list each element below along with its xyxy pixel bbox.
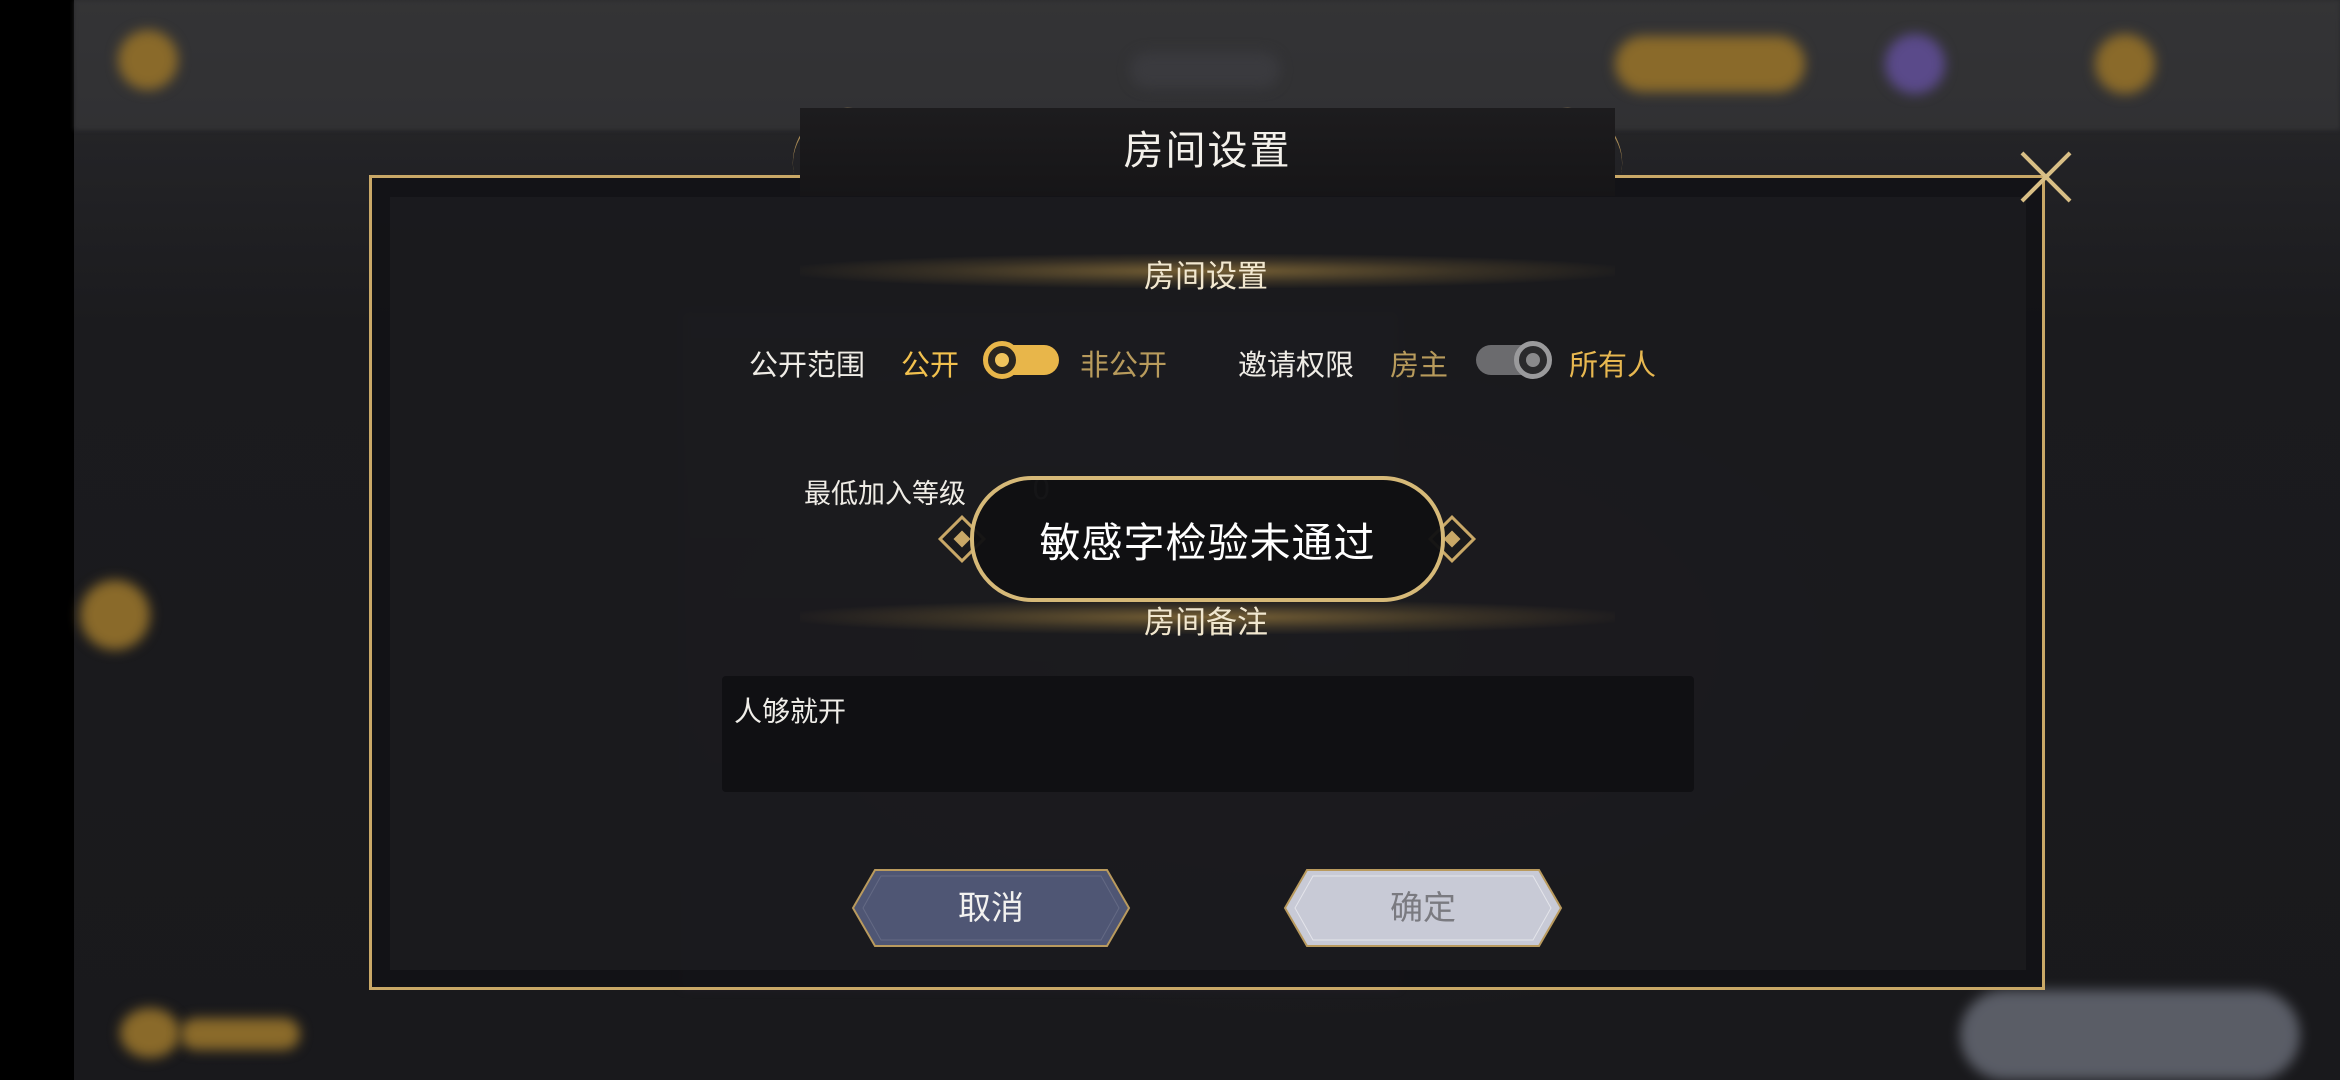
confirm-button[interactable]: 确定 [1283, 868, 1563, 948]
visibility-label: 公开范围 [749, 348, 866, 382]
blurred-avatar [1885, 34, 1945, 94]
toast-message: 敏感字检验未通过 [1039, 519, 1376, 567]
dialog-title: 房间设置 [1123, 128, 1292, 174]
visibility-option-public[interactable]: 公开 [901, 342, 959, 384]
visibility-option-private[interactable]: 非公开 [1080, 342, 1167, 384]
blurred-bottom-label [180, 1018, 300, 1050]
close-icon[interactable] [2016, 148, 2076, 208]
screen-edge [0, 0, 74, 1080]
invite-toggle[interactable] [1476, 341, 1552, 379]
blurred-icon [118, 30, 178, 90]
invite-label: 邀请权限 [1238, 348, 1355, 382]
confirm-button-label: 确定 [1390, 888, 1456, 927]
blurred-bottom-button [1960, 990, 2300, 1080]
section-title-settings: 房间设置 [1144, 259, 1268, 295]
blurred-coin [2095, 34, 2155, 94]
error-toast: 敏感字检验未通过 [970, 476, 1445, 602]
section-title-remark: 房间备注 [1144, 605, 1268, 641]
blurred-bottom-icon [120, 1008, 180, 1058]
toggle-knob [983, 341, 1021, 379]
room-remark-text: 人够就开 [734, 695, 847, 728]
blurred-currency [1615, 36, 1805, 92]
blurred-title [1130, 52, 1280, 88]
room-remark-input[interactable]: 人够就开 [722, 676, 1694, 792]
cancel-button-label: 取消 [958, 888, 1024, 927]
toggle-knob [1514, 341, 1552, 379]
min-level-label: 最低加入等级 [804, 479, 966, 510]
invite-option-owner[interactable]: 房主 [1390, 342, 1448, 384]
cancel-button[interactable]: 取消 [851, 868, 1131, 948]
visibility-toggle[interactable] [983, 341, 1059, 379]
invite-option-everyone[interactable]: 所有人 [1569, 342, 1656, 384]
blurred-badge [80, 580, 150, 650]
